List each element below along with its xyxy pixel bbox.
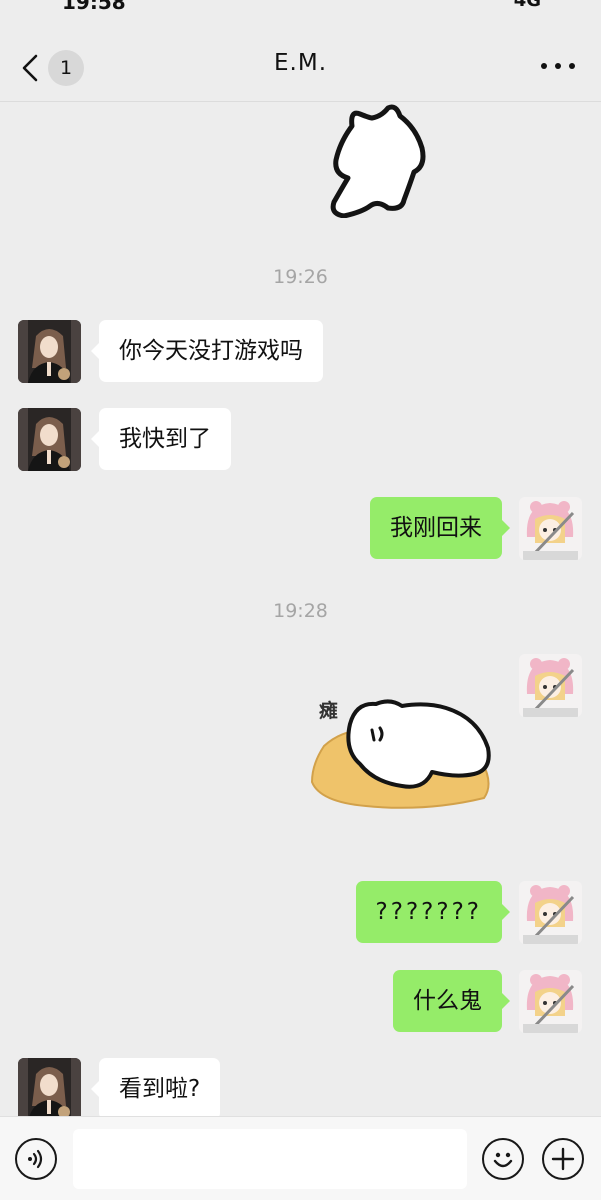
status-bar: 19:58 4G: [0, 0, 601, 14]
message-input[interactable]: [73, 1129, 467, 1189]
contact-avatar[interactable]: [18, 320, 81, 383]
voice-icon: [28, 1149, 43, 1169]
emoji-button[interactable]: [482, 1138, 524, 1180]
more-options-button[interactable]: [541, 60, 575, 72]
my-avatar[interactable]: [519, 881, 582, 944]
white-cat-sticker[interactable]: [322, 104, 432, 218]
my-avatar[interactable]: [519, 970, 582, 1033]
contact-avatar-image: [18, 1058, 81, 1121]
chat-header: 1 E.M.: [0, 30, 601, 102]
more-dot-icon: [541, 63, 547, 69]
contact-avatar[interactable]: [18, 408, 81, 471]
message-bubble-outgoing[interactable]: ???????: [355, 881, 511, 943]
input-bar: [0, 1116, 601, 1200]
sticker-caption: 瘫: [319, 700, 339, 722]
my-avatar[interactable]: [519, 497, 582, 560]
my-avatar-image: [519, 970, 582, 1033]
more-dot-icon: [569, 63, 575, 69]
voice-button[interactable]: [15, 1138, 57, 1180]
contact-avatar[interactable]: [18, 1058, 81, 1121]
timestamp: 19:28: [273, 600, 328, 622]
emoji-icon: [493, 1152, 513, 1168]
my-avatar-image: [519, 881, 582, 944]
message-bubble-incoming[interactable]: 看到啦?: [90, 1058, 221, 1120]
timestamp: 19:26: [273, 266, 328, 288]
message-bubble-outgoing[interactable]: 什么鬼: [393, 970, 510, 1032]
my-avatar-image: [519, 497, 582, 560]
status-carrier: 4G: [513, 0, 541, 11]
message-bubble-incoming[interactable]: 我快到了: [91, 408, 231, 470]
chat-title: E.M.: [274, 50, 327, 76]
my-avatar-image: [519, 654, 582, 717]
message-bubble-incoming[interactable]: 你今天没打游戏吗: [91, 320, 323, 382]
more-dot-icon: [555, 63, 561, 69]
plus-icon: [551, 1147, 575, 1171]
my-avatar[interactable]: [519, 654, 582, 717]
add-button[interactable]: [542, 1138, 584, 1180]
contact-avatar-image: [18, 320, 81, 383]
status-time: 19:58: [62, 0, 126, 14]
message-bubble-outgoing[interactable]: 我刚回来: [370, 497, 510, 559]
contact-avatar-image: [18, 408, 81, 471]
